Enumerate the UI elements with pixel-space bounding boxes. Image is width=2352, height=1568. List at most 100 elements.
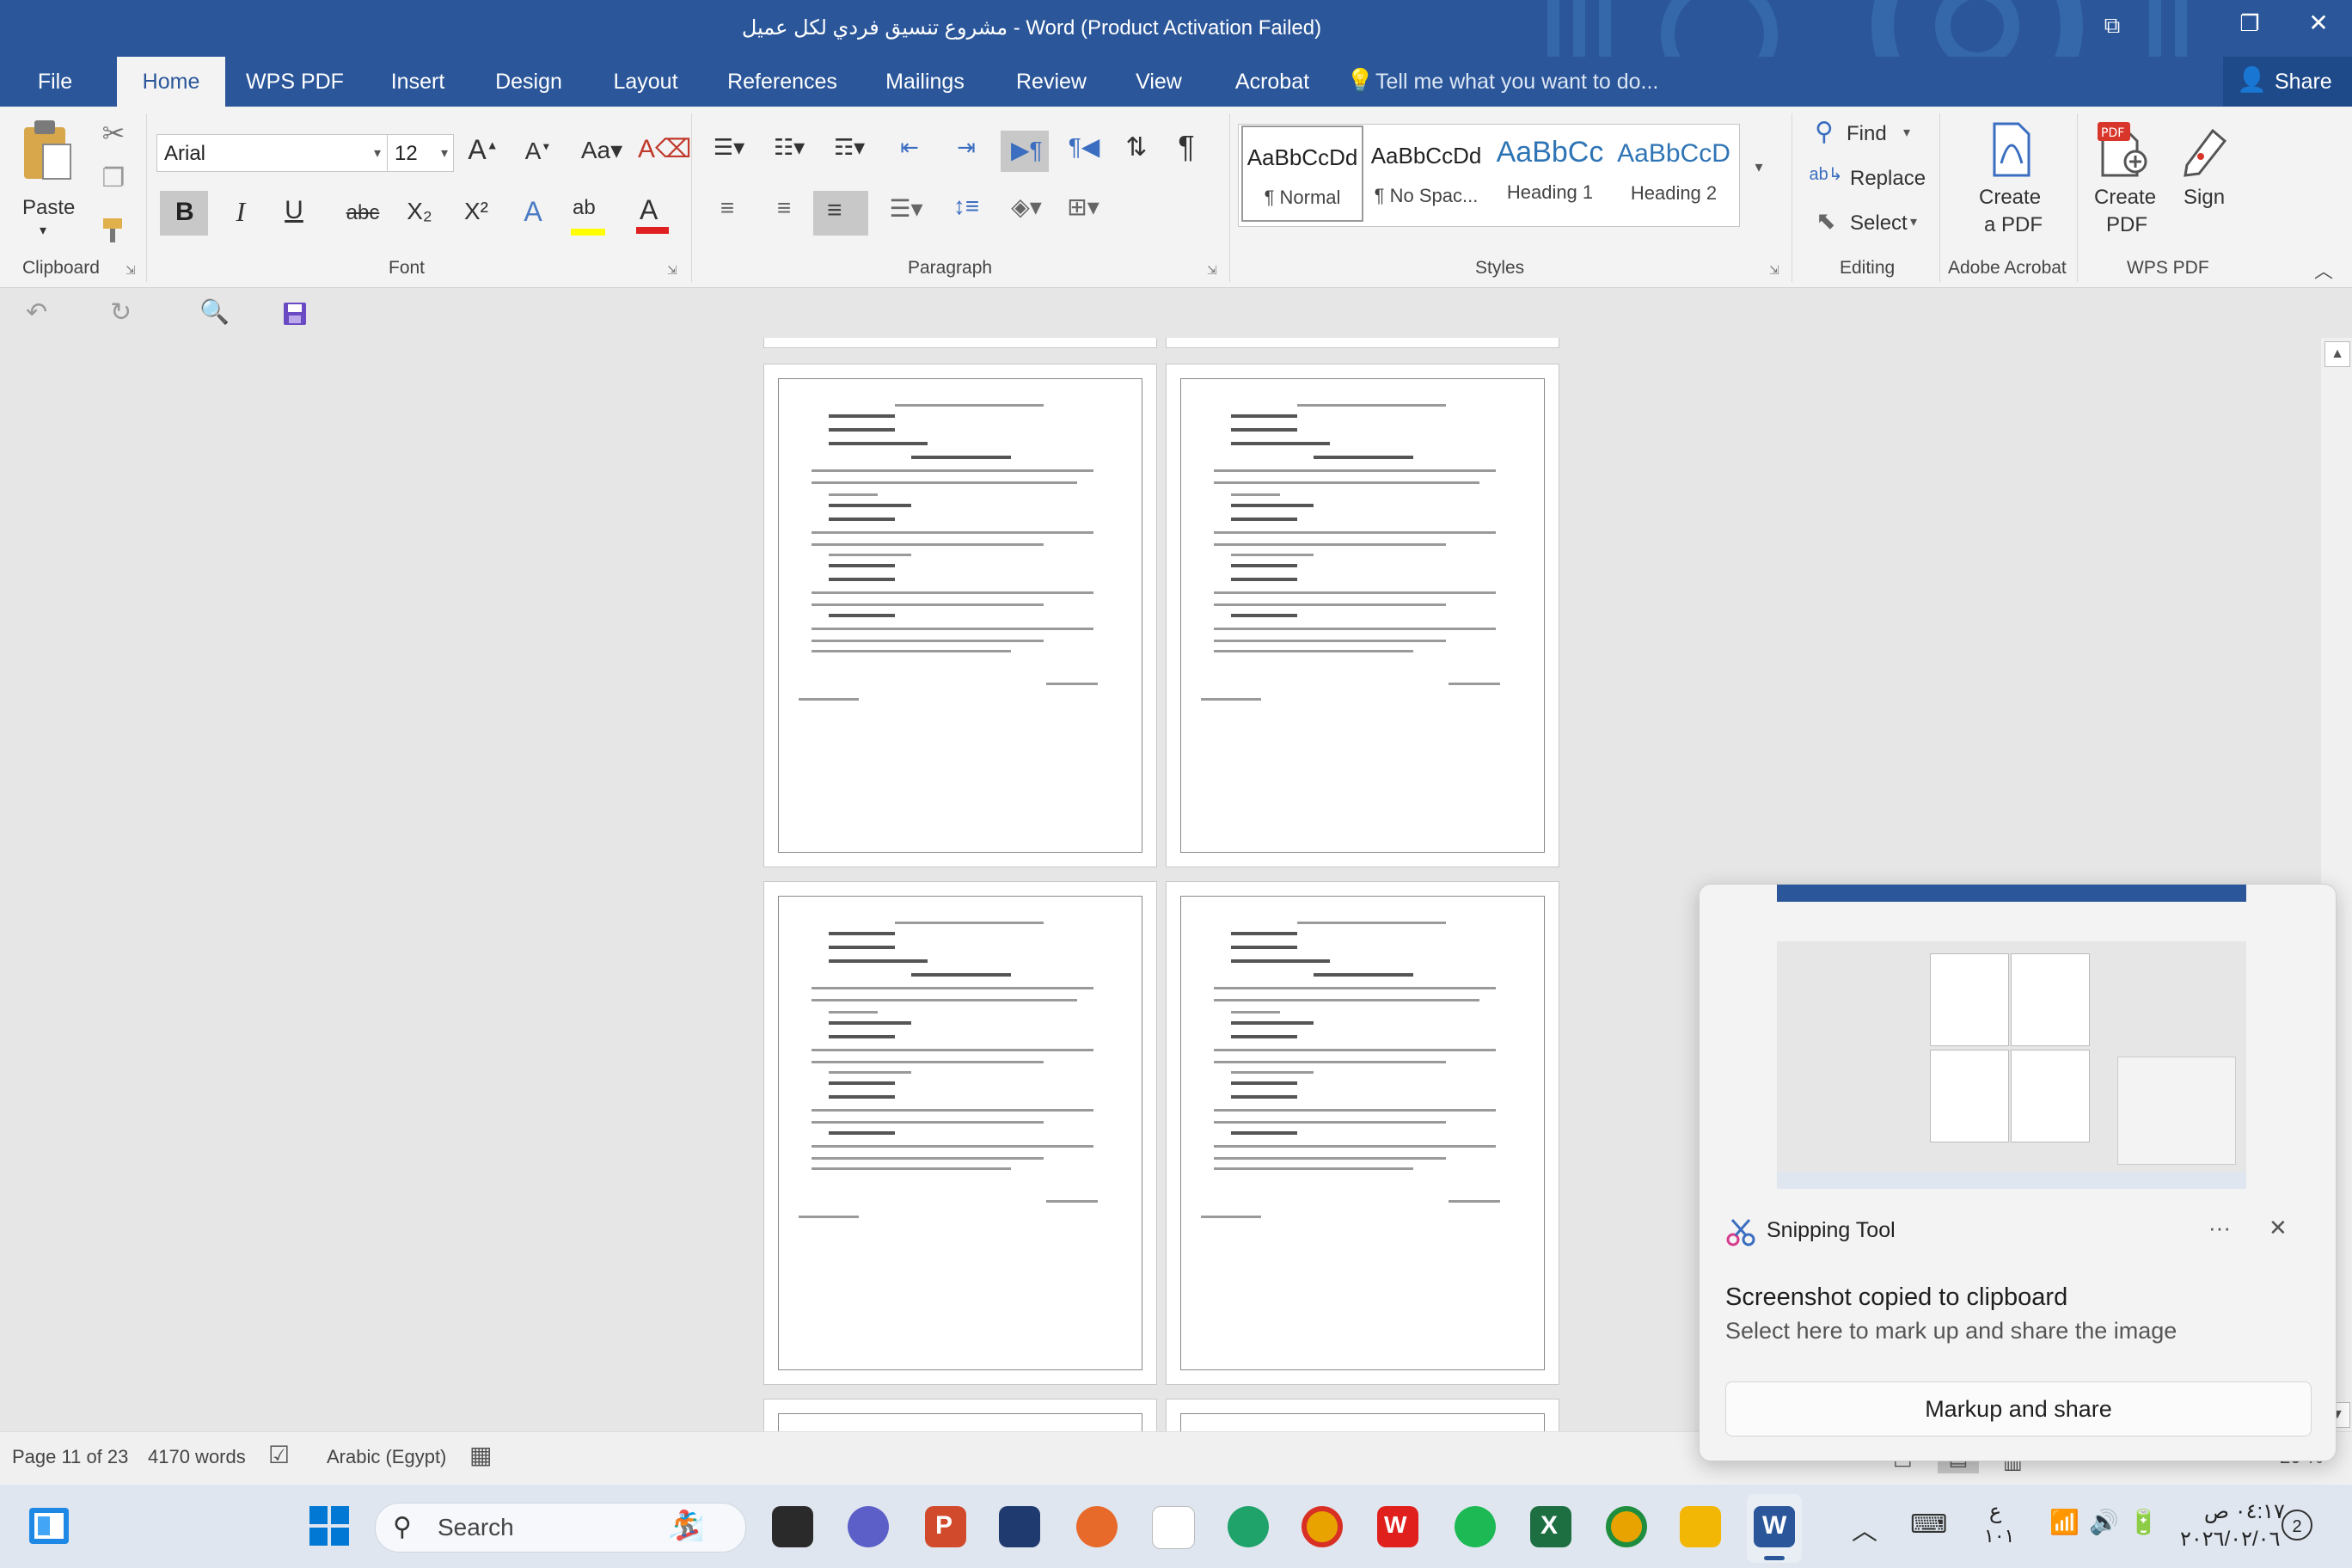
tab-insert[interactable]: Insert	[373, 57, 462, 107]
find-dropdown-icon[interactable]: ▾	[1903, 124, 1910, 141]
toast-close-icon[interactable]: ✕	[2269, 1215, 2288, 1241]
save-icon[interactable]	[282, 301, 308, 327]
bold-button[interactable]: B	[160, 191, 208, 236]
align-right-button[interactable]: ≡	[813, 191, 868, 236]
powerpoint-icon[interactable]: P	[925, 1506, 966, 1547]
rtl-icon[interactable]: ¶◀	[1063, 132, 1106, 161]
style-no-spacing[interactable]: AaBbCcDd ¶ No Spac...	[1365, 126, 1487, 222]
spotify-icon[interactable]	[1455, 1506, 1496, 1547]
task-view-icon[interactable]	[772, 1506, 813, 1547]
word-active-slot[interactable]: W	[1747, 1494, 1802, 1563]
select-cursor-icon[interactable]: ⬉	[1812, 206, 1840, 235]
tab-wps-pdf[interactable]: WPS PDF	[239, 57, 351, 107]
battery-icon[interactable]: 🔋	[2128, 1508, 2159, 1536]
tab-design[interactable]: Design	[481, 57, 576, 107]
share-button[interactable]: 👤 Share	[2223, 57, 2352, 107]
increase-indent-icon[interactable]: ⇥	[946, 134, 987, 161]
shrink-font-icon[interactable]: A▼	[521, 138, 555, 165]
wps-create-label[interactable]: Create	[2094, 186, 2156, 210]
document-page[interactable]	[763, 1399, 1157, 1431]
excel-icon[interactable]: X	[1530, 1506, 1571, 1547]
close-window-icon[interactable]: ✕	[2304, 9, 2333, 38]
styles-launcher-icon[interactable]: ⇲	[1769, 263, 1779, 278]
create-pdf-label-2[interactable]: a PDF	[1984, 213, 2043, 237]
tab-view[interactable]: View	[1118, 57, 1200, 107]
widgets-icon[interactable]	[28, 1506, 70, 1546]
style-heading-2[interactable]: AaBbCcD Heading 2	[1613, 126, 1735, 222]
wps-create-label-2[interactable]: PDF	[2106, 213, 2147, 237]
macro-icon[interactable]: ▦	[469, 1441, 492, 1469]
select-button[interactable]: Select	[1850, 211, 1908, 236]
find-icon[interactable]: ⚲	[1809, 117, 1840, 147]
clear-formatting-icon[interactable]: A⌫	[638, 134, 691, 164]
volume-icon[interactable]: 🔊	[2089, 1508, 2119, 1536]
scroll-up-icon[interactable]: ▲	[2324, 341, 2350, 367]
windows-start-icon[interactable]	[309, 1506, 349, 1546]
replace-icon[interactable]: ab↳	[1809, 163, 1843, 185]
clipboard-launcher-icon[interactable]: ⇲	[126, 263, 136, 278]
change-case-icon[interactable]: Aa▾	[576, 136, 628, 164]
italic-button[interactable]: I	[225, 196, 256, 228]
markup-and-share-button[interactable]: Markup and share	[1725, 1381, 2312, 1436]
select-dropdown-icon[interactable]: ▾	[1910, 213, 1917, 230]
proofing-icon[interactable]: ☑	[268, 1441, 290, 1469]
input-language-2[interactable]: ١٠١	[1984, 1525, 2014, 1547]
subscript-button[interactable]: X₂	[401, 198, 438, 225]
edge-icon[interactable]	[1228, 1506, 1269, 1547]
collapse-ribbon-icon[interactable]: ︿	[2314, 256, 2333, 284]
tab-mailings[interactable]: Mailings	[868, 57, 982, 107]
maximize-icon[interactable]: ❐	[2235, 10, 2264, 40]
app-icon[interactable]	[999, 1506, 1040, 1547]
firefox-icon[interactable]	[1076, 1506, 1118, 1547]
tab-references[interactable]: References	[719, 57, 846, 107]
language-status[interactable]: Arabic (Egypt)	[327, 1446, 446, 1468]
paste-dropdown-icon[interactable]: ▾	[40, 222, 46, 239]
tab-review[interactable]: Review	[1006, 57, 1097, 107]
document-page[interactable]	[763, 881, 1157, 1385]
grow-font-icon[interactable]: A▲	[466, 134, 500, 166]
file-icon[interactable]	[1152, 1506, 1195, 1549]
tab-acrobat[interactable]: Acrobat	[1221, 57, 1324, 107]
document-page[interactable]	[763, 364, 1157, 867]
document-page[interactable]	[1166, 881, 1559, 1385]
document-page[interactable]	[763, 338, 1157, 348]
cut-icon[interactable]: ✂	[96, 117, 131, 150]
tab-home[interactable]: Home	[117, 57, 225, 107]
document-page[interactable]	[1166, 364, 1559, 867]
copy-icon[interactable]: ❐	[96, 163, 131, 193]
restore-icon[interactable]: ⧉	[2098, 12, 2127, 41]
tab-file[interactable]: File	[12, 57, 98, 107]
shading-icon[interactable]: ◈▾	[1002, 193, 1050, 221]
chevron-up-icon[interactable]: ︿	[1852, 1510, 1877, 1547]
align-left-icon[interactable]: ≡	[708, 194, 746, 222]
wps-icon[interactable]: W	[1377, 1506, 1418, 1547]
page-count[interactable]: Page 11 of 23	[12, 1446, 128, 1468]
input-language[interactable]: ع	[1989, 1499, 2001, 1524]
redo-icon[interactable]: ↻	[110, 297, 132, 328]
keyboard-icon[interactable]: ⌨	[1910, 1510, 1947, 1540]
clock-time[interactable]: ٠٤:١٧ ص	[2204, 1499, 2285, 1524]
styles-more-icon[interactable]: ▾	[1743, 158, 1774, 176]
document-page[interactable]	[1166, 338, 1559, 348]
find-button[interactable]: Find	[1847, 122, 1887, 146]
style-heading-1[interactable]: AaBbCc Heading 1	[1489, 126, 1611, 222]
toast-more-button[interactable]: ···	[2208, 1215, 2231, 1241]
ltr-button[interactable]: ▶¶	[1001, 131, 1049, 172]
notification-badge[interactable]: 2	[2282, 1510, 2312, 1540]
paste-label[interactable]: Paste	[22, 196, 75, 220]
font-size-combo[interactable]: 12 ▾	[387, 134, 454, 172]
multilevel-list-icon[interactable]: ☶▾	[827, 134, 872, 161]
print-preview-icon[interactable]: 🔍	[199, 297, 230, 326]
chrome-icon[interactable]	[1302, 1506, 1343, 1547]
word-count[interactable]: 4170 words	[148, 1446, 246, 1468]
sort-icon[interactable]: ⇅	[1118, 132, 1155, 162]
undo-icon[interactable]: ↶	[26, 297, 47, 328]
sign-label[interactable]: Sign	[2184, 186, 2225, 210]
line-spacing-icon[interactable]: ↕≡	[942, 193, 990, 220]
justify-icon[interactable]: ☰▾	[882, 194, 930, 223]
create-pdf-icon[interactable]	[1989, 122, 2034, 177]
tell-me-input[interactable]: Tell me what you want to do...	[1375, 57, 1658, 107]
font-name-combo[interactable]: Arial ▾	[156, 134, 389, 172]
text-effects-icon[interactable]: A	[514, 196, 552, 228]
font-color-icon[interactable]: A	[634, 194, 672, 236]
